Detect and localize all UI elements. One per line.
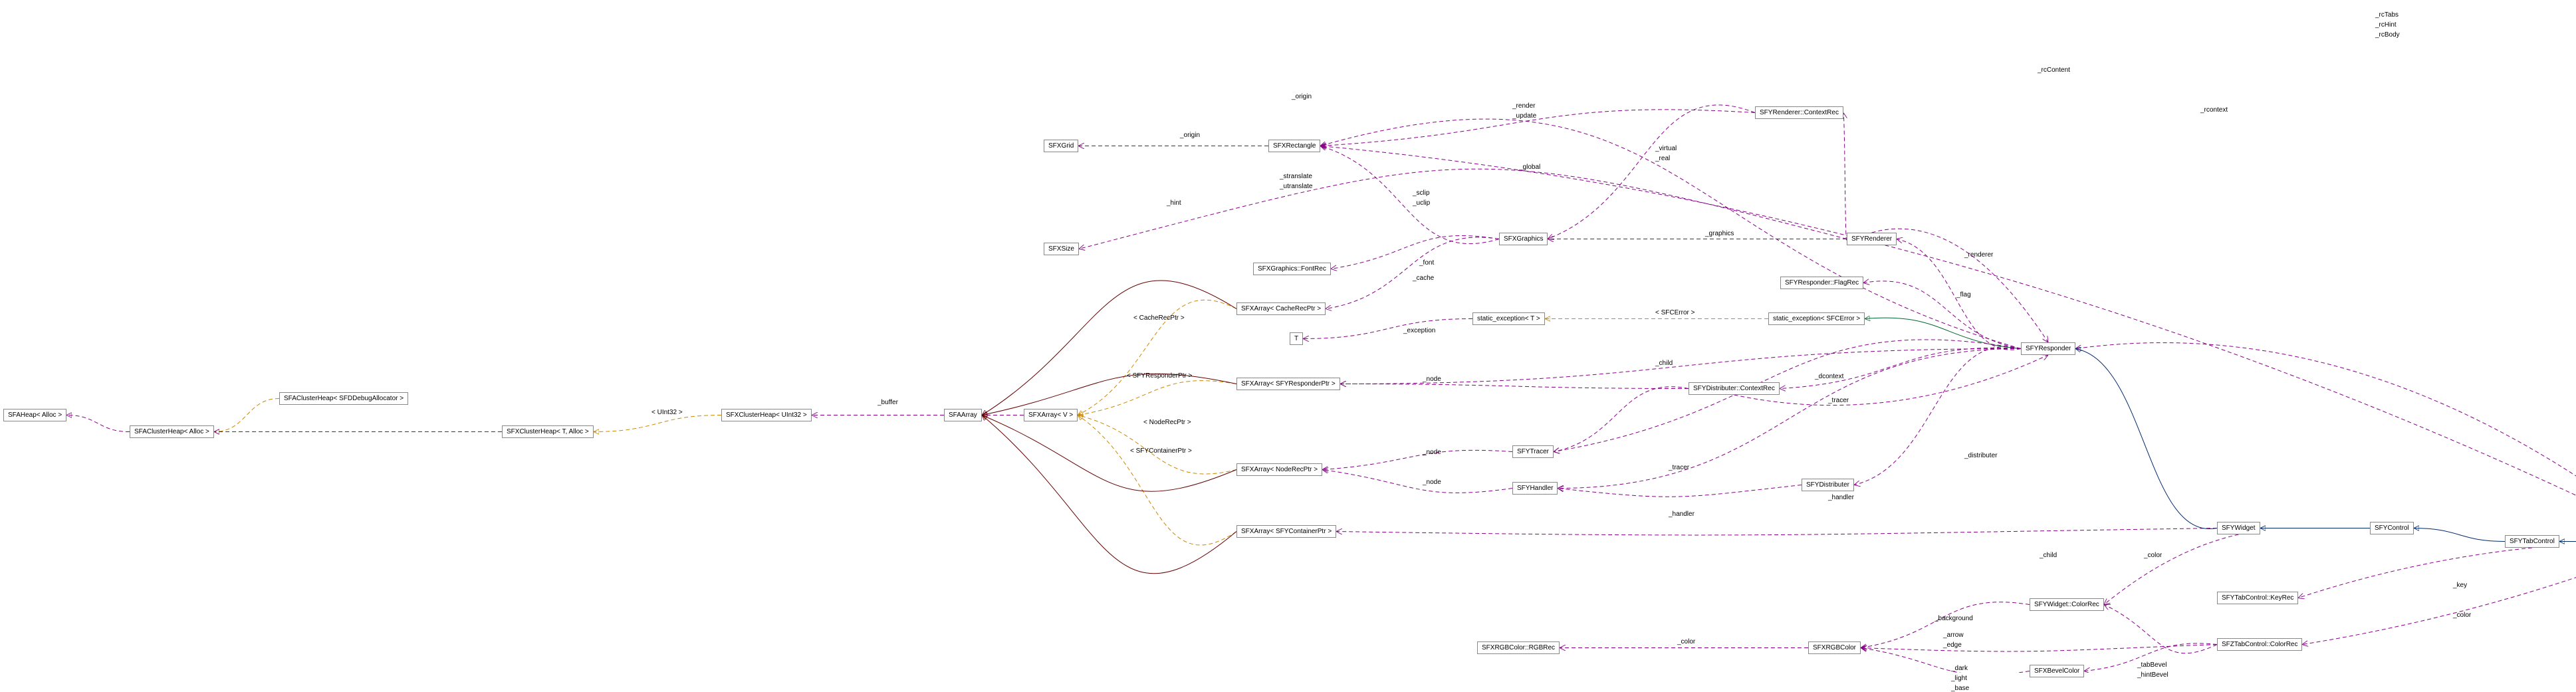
node-SFXGrid[interactable]: SFXGrid [1044,140,1078,152]
edge-SFXArray_SFYContainerPtr-SFYWidget [1336,528,2217,535]
node-SFXGraphics[interactable]: SFXGraphics [1499,233,1548,245]
edge-SFXRectangle-SFXGraphics [1320,146,1499,244]
node-SFAHeap_Alloc[interactable]: SFAHeap< Alloc > [3,409,66,421]
edge-SFXArray_CacheRecPtr-SFXGraphics [1326,237,1499,309]
edge-SFYTabControl_KeyRec-SFYTabControl [2298,548,2532,598]
edge-SFXClusterHeap_T_Alloc-SFXClusterHeap_UInt32 [594,415,721,432]
edge-SFXRGBColor-SFYWidget_ColorRec [1861,602,2030,648]
edge-static_exception_SFCError-SFYResponder [1865,318,2021,348]
edge-SFXBevelColor-SFZTabControl_ColorRec [2084,643,2217,671]
node-SFXArrayV[interactable]: SFXArray< V > [1024,409,1078,421]
edge-SFXArrayV-SFXArray_SFYContainerPtr [1078,415,1236,545]
node-static_exception_SFCError[interactable]: static_exception< SFCError > [1768,312,1865,325]
edge-SFXArrayV-SFXArray_NodeRecPtr [1078,415,1236,474]
node-SFAArray[interactable]: SFAArray [944,409,982,421]
node-T[interactable]: T [1290,332,1303,345]
edge-SFYResponder-SFYWidget [2075,349,2217,529]
edge-SFYWidget_ColorRec-SFZTabControl_ColorRec [2104,605,2217,653]
edge-SFXRectangle-SFYResponder [1320,119,2021,348]
node-SFYRenderer_ContextRec[interactable]: SFYRenderer::ContextRec [1755,106,1843,119]
edge-SFZTabControl_ColorRec-SFZTabControl [2302,548,2576,645]
node-SFAClusterHeap_Alloc[interactable]: SFAClusterHeap< Alloc > [130,425,214,438]
edge-SFAClusterHeap_Alloc-SFAClusterHeap_SFDDebug [214,399,279,432]
edge-SFYRenderer_ContextRec-SFYRenderer [1843,113,1847,240]
edge-SFYRenderer-SFYResponder [1897,239,2021,350]
node-SFXArray_SFYContainerPtr[interactable]: SFXArray< SFYContainerPtr > [1236,525,1336,538]
edge-SFAArray-SFXArray_SFYResponderPtr [982,374,1236,415]
node-SFXBevelColor[interactable]: SFXBevelColor [2030,665,2084,677]
node-SFXSize[interactable]: SFXSize [1044,243,1079,255]
node-static_exception_T[interactable]: static_exception< T > [1472,312,1545,325]
edge-SFXArrayV-SFXArray_CacheRecPtr [1078,300,1236,415]
edge-layer [0,0,2576,673]
node-SFXClusterHeap_UInt32[interactable]: SFXClusterHeap< UInt32 > [721,409,812,421]
node-SFXArray_SFYResponderPtr[interactable]: SFXArray< SFYResponderPtr > [1236,378,1340,390]
edge-SFYTracer-SFYDistributer_ContextRec [1554,387,1689,452]
edge-SFYResponder-SFZTabControl [2075,343,2576,535]
edge-SFXRectangle-SFYRenderer_ContextRec [1320,110,1755,146]
edge-SFXGraphics_FontRec-SFXGraphics [1331,235,1499,269]
node-SFYWidget[interactable]: SFYWidget [2217,522,2260,534]
node-SFAClusterHeap_SFDDebug[interactable]: SFAClusterHeap< SFDDebugAllocator > [279,392,408,405]
edge-SFXGraphics-SFYRenderer_ContextRec [1548,105,1755,239]
node-SFYDistributer[interactable]: SFYDistributer [1802,479,1854,491]
node-SFYWidget_ColorRec[interactable]: SFYWidget::ColorRec [2030,598,2104,611]
edge-SFAArray-SFXArray_CacheRecPtr [982,281,1236,415]
edge-SFYResponder-SFYDistributer_ContextRec [1734,355,2049,405]
edge-SFXArray_SFYResponderPtr-SFYDistributer_ContextRec [1340,384,1689,389]
edge-SFYResponder-SFYRenderer [1872,229,2049,342]
node-SFYTabControl[interactable]: SFYTabControl [2505,535,2559,548]
edge-SFAHeap_Alloc-SFAClusterHeap_Alloc [66,415,130,432]
node-SFYResponder_FlagRec[interactable]: SFYResponder::FlagRec [1780,277,1863,289]
node-SFYRenderer[interactable]: SFYRenderer [1847,233,1897,245]
edge-SFAArray-SFXArray_SFYContainerPtr [982,415,1236,574]
edge-SFYDistributer_ContextRec-SFYResponder [1780,348,2021,388]
node-SFYTracer[interactable]: SFYTracer [1512,445,1554,458]
node-SFYHandler[interactable]: SFYHandler [1512,482,1558,495]
edge-SFYControl-SFYTabControl [2414,528,2505,542]
edge-label-base: _base [1951,685,1969,692]
node-SFXGraphics_FontRec[interactable]: SFXGraphics::FontRec [1253,263,1331,275]
node-SFYResponder[interactable]: SFYResponder [2021,342,2075,355]
edge-SFXArray_SFYResponderPtr-SFYResponder [1340,349,2021,384]
node-SFXArray_NodeRecPtr[interactable]: SFXArray< NodeRecPtr > [1236,463,1322,476]
node-SFYTabControl_KeyRec[interactable]: SFYTabControl::KeyRec [2217,592,2298,604]
node-SFXRectangle[interactable]: SFXRectangle [1268,140,1320,152]
node-SFYControl[interactable]: SFYControl [2370,522,2414,534]
edge-SFXArray_NodeRecPtr-SFYHandler [1322,470,1512,493]
edge-T-static_exception_T [1303,319,1472,339]
edge-SFYResponder_FlagRec-SFYResponder [1863,281,2021,349]
node-SFXArray_CacheRecPtr[interactable]: SFXArray< CacheRecPtr > [1236,302,1326,315]
edge-SFYDistributer-SFYResponder [1854,347,2021,485]
node-SFYDistributer_ContextRec[interactable]: SFYDistributer::ContextRec [1689,382,1780,395]
node-SFXRGBColor_RGBRec[interactable]: SFXRGBColor::RGBRec [1477,641,1560,654]
node-SFXClusterHeap_T_Alloc[interactable]: SFXClusterHeap< T, Alloc > [502,425,594,438]
edge-label-light: _light [1951,675,1967,682]
node-SFZTabControl_ColorRec[interactable]: SFZTabControl::ColorRec [2217,638,2302,651]
edge-SFXArray_NodeRecPtr-SFYTracer [1322,450,1512,469]
node-SFXRGBColor[interactable]: SFXRGBColor [1808,641,1861,654]
edge-SFXArrayV-SFXArray_SFYResponderPtr [1078,381,1236,415]
